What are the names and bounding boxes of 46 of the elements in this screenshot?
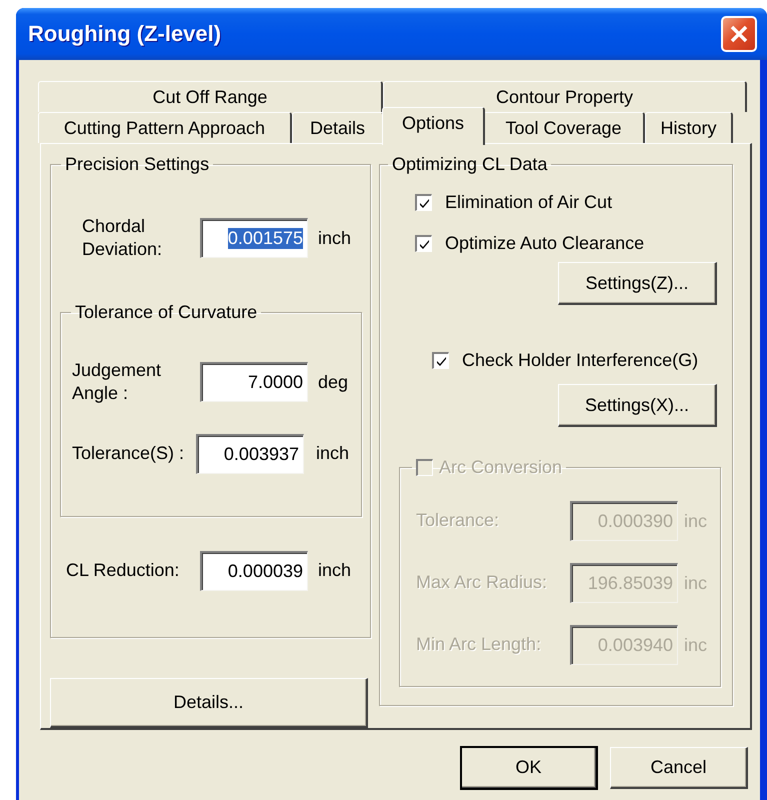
group-title: Optimizing CL Data (392, 154, 548, 175)
check-icon (436, 356, 446, 366)
field-label: Tolerance: (416, 509, 500, 532)
tab[interactable]: Cut Off Range (38, 81, 383, 112)
close-icon (729, 24, 749, 44)
tab[interactable]: History (645, 112, 733, 143)
checkbox[interactable] (415, 235, 432, 252)
tab[interactable]: Details (292, 112, 384, 143)
checkbox-label: Check Holder Interference(G) (462, 350, 698, 371)
unit-label: inc (684, 634, 708, 656)
tab[interactable]: Cutting Pattern Approach (38, 112, 292, 143)
unit-label: inch (316, 443, 350, 464)
details-button[interactable]: Details... (50, 678, 368, 728)
field-label: Max Arc Radius: (416, 571, 548, 594)
unit-label: inc (684, 572, 708, 594)
input-field[interactable]: 7.0000 (200, 362, 308, 402)
window-title: Roughing (Z-level) (28, 21, 222, 47)
checkbox[interactable] (432, 352, 449, 369)
tab[interactable]: Contour Property (383, 81, 747, 112)
field-label: Tolerance(S) : (72, 442, 186, 465)
checkbox[interactable] (415, 194, 432, 211)
close-button[interactable] (721, 16, 757, 52)
settings-button[interactable]: Settings(Z)... (558, 262, 717, 305)
group-title: Precision Settings (65, 154, 210, 175)
check-icon (418, 238, 430, 250)
dialog-button[interactable]: Cancel (610, 747, 748, 789)
input-field[interactable]: 0.001575 (200, 218, 308, 258)
field-label: Chordal Deviation: (82, 215, 164, 262)
unit-label: deg (318, 372, 348, 393)
field-label: Judgement Angle : (72, 358, 162, 406)
dialog-button[interactable]: OK (461, 747, 597, 789)
checkbox-label: Elimination of Air Cut (445, 192, 612, 213)
group-title: Tolerance of Curvature (75, 302, 258, 323)
tab[interactable]: Options (382, 107, 485, 145)
unit-label: inch (318, 228, 352, 249)
settings-button[interactable]: Settings(X)... (558, 384, 717, 427)
check-icon (418, 198, 430, 208)
unit-label: inch (318, 560, 352, 582)
tab[interactable]: Tool Coverage (483, 112, 645, 143)
input-field[interactable]: 0.003937 (196, 434, 304, 474)
input-field[interactable]: 0.000039 (200, 550, 308, 591)
checkbox-label: Arc Conversion (439, 457, 562, 478)
field-label: Min Arc Length: (416, 633, 542, 656)
checkbox-label: Optimize Auto Clearance (445, 233, 644, 254)
unit-label: inc (684, 510, 708, 532)
field-label: CL Reduction: (66, 558, 180, 582)
